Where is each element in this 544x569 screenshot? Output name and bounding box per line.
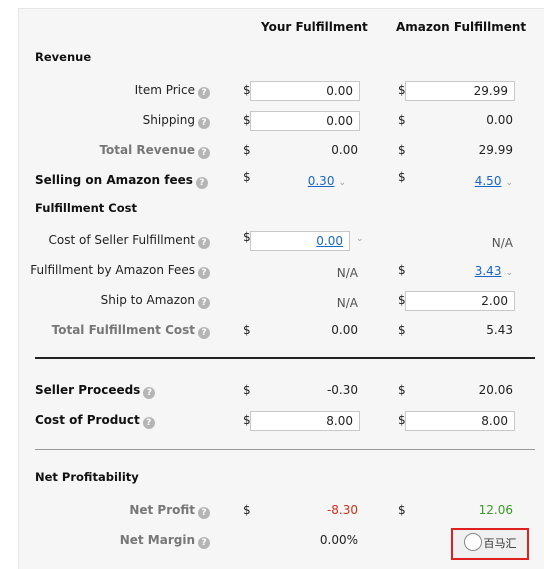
section-fulfillment-cost: Fulfillment Cost [35,201,137,215]
section-divider [35,357,535,359]
chevron-down-icon[interactable]: ⌄ [338,178,346,188]
your-ship-to-amazon-value: N/A [336,296,358,310]
total-fulfillment-cost-label: Total Fulfillment Cost? [52,323,210,339]
help-icon[interactable]: ? [198,87,210,99]
currency-symbol: $ [398,143,406,157]
help-icon[interactable]: ? [198,117,210,129]
cost-seller-fulfillment-label: Cost of Seller Fulfillment? [49,233,210,249]
section-revenue: Revenue [35,50,92,64]
currency-symbol: $ [243,143,251,157]
amazon-ship-to-amazon-input[interactable]: 2.00 [405,291,515,311]
chevron-down-icon[interactable]: ⌄ [356,234,364,244]
currency-symbol: $ [398,263,406,277]
amazon-cost-seller-fulfillment-value: N/A [491,236,513,250]
chevron-down-icon[interactable]: ⌄ [505,268,513,278]
help-icon[interactable]: ? [143,387,156,399]
amazon-item-price-input[interactable]: 29.99 [405,81,515,101]
your-net-profit-value: -8.30 [326,503,358,517]
amazon-net-profit-value: 12.06 [478,503,513,517]
help-icon[interactable]: ? [198,147,210,159]
your-item-price-input[interactable]: 0.00 [250,81,360,101]
seller-proceeds-label: Seller Proceeds? [35,383,156,399]
amazon-fba-fees-link[interactable]: 3.43 ⌄ [475,264,513,278]
your-total-revenue-value: 0.00 [331,143,358,157]
currency-symbol: $ [398,383,406,397]
help-icon[interactable]: ? [198,327,210,339]
wechat-logo-icon [463,533,482,551]
fba-fees-label: Fulfillment by Amazon Fees? [30,263,210,279]
currency-symbol: $ [398,503,406,517]
currency-symbol: $ [243,323,251,337]
help-icon[interactable]: ? [198,507,210,519]
your-shipping-input[interactable]: 0.00 [250,111,360,131]
total-revenue-label: Total Revenue? [99,143,210,159]
amazon-total-revenue-value: 29.99 [478,143,513,157]
your-fba-fees-value: N/A [336,266,358,280]
amazon-cost-of-product-input[interactable]: 8.00 [405,411,515,431]
selling-fees-label: Selling on Amazon fees? [35,173,208,189]
watermark-highlight-box: 百马汇 [451,528,529,560]
amazon-total-fulfillment-cost-value: 5.43 [486,323,513,337]
currency-symbol: $ [398,323,406,337]
item-price-label: Item Price? [135,83,210,99]
help-icon[interactable]: ? [198,537,210,549]
help-icon[interactable]: ? [198,237,210,249]
amazon-shipping-value: 0.00 [486,113,513,127]
column-header-amazon-fulfillment: Amazon Fulfillment [396,20,527,34]
net-profit-label: Net Profit? [129,503,210,519]
ship-to-amazon-label: Ship to Amazon? [101,293,210,309]
amazon-seller-proceeds-value: 20.06 [478,383,513,397]
your-net-margin-value: 0.00% [319,533,358,547]
section-divider [35,449,535,450]
chevron-down-icon[interactable]: ⌄ [505,178,513,188]
currency-symbol: $ [398,113,406,127]
column-header-your-fulfillment: Your Fulfillment [261,20,368,34]
currency-symbol: $ [398,170,406,184]
cost-of-product-label: Cost of Product? [35,413,155,429]
your-cost-of-product-input[interactable]: 8.00 [250,411,360,431]
shipping-label: Shipping? [143,113,210,129]
amazon-selling-fees-link[interactable]: 4.50 ⌄ [475,174,513,188]
your-cost-seller-fulfillment-input[interactable]: 0.00 [250,231,350,251]
help-icon[interactable]: ? [198,297,210,309]
your-seller-proceeds-value: -0.30 [326,383,358,397]
currency-symbol: $ [243,170,251,184]
help-icon[interactable]: ? [195,177,208,189]
currency-symbol: $ [243,383,251,397]
your-total-fulfillment-cost-value: 0.00 [331,323,358,337]
section-net-profitability: Net Profitability [35,470,139,484]
watermark-text: 百马汇 [483,537,517,550]
your-selling-fees-link[interactable]: 0.30 ⌄ [308,174,346,188]
help-icon[interactable]: ? [142,417,155,429]
help-icon[interactable]: ? [198,267,210,279]
net-margin-label: Net Margin? [120,533,210,549]
currency-symbol: $ [243,503,251,517]
